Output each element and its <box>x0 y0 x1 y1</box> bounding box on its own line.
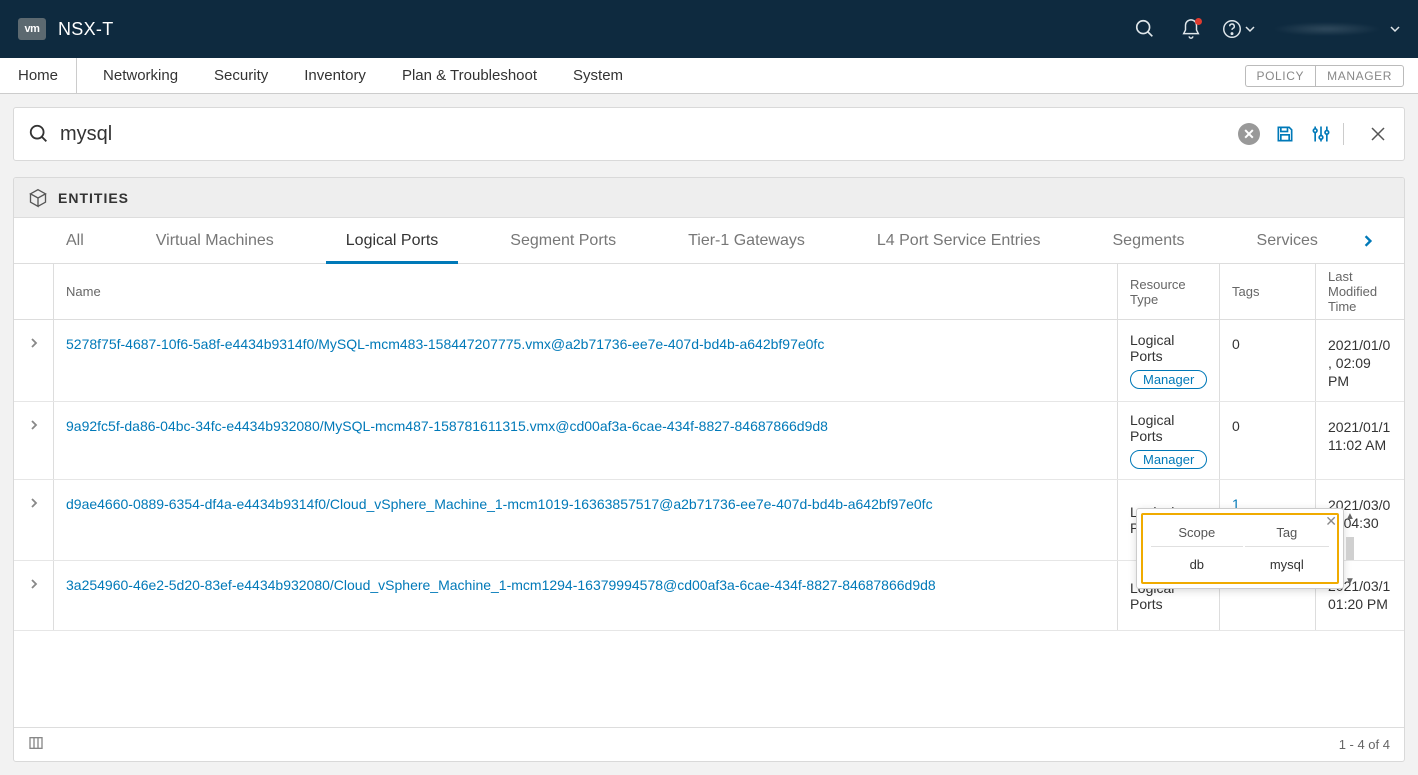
nav-inventory[interactable]: Inventory <box>286 58 384 93</box>
col-resource-type: Resource Type <box>1118 264 1220 319</box>
nav-system[interactable]: System <box>555 58 641 93</box>
nav-networking[interactable]: Networking <box>85 58 196 93</box>
mode-manager-button[interactable]: MANAGER <box>1315 65 1404 87</box>
cube-icon <box>28 188 48 208</box>
clear-search-icon[interactable]: ✕ <box>1237 122 1261 146</box>
row-name-cell: 9a92fc5f-da86-04bc-34fc-e4434b932080/MyS… <box>54 402 1118 479</box>
table-row: 5278f75f-4687-10f6-5a8f-e4434b9314f0/MyS… <box>14 320 1404 402</box>
panel-title: ENTITIES <box>58 190 129 206</box>
results-grid: Name Resource Type Tags Last Modified Ti… <box>14 264 1404 727</box>
column-picker-icon[interactable] <box>28 735 44 754</box>
mode-toggle: POLICY MANAGER <box>1245 58 1405 93</box>
manager-badge: Manager <box>1130 450 1207 469</box>
filter-tab-all[interactable]: All <box>30 218 120 263</box>
save-search-icon[interactable] <box>1273 122 1297 146</box>
tag-popover: ✕ Scope Tag db mysql ▲▼ <box>1136 508 1344 589</box>
expand-row-icon[interactable] <box>14 320 54 401</box>
row-tags-cell: 0 <box>1220 320 1316 401</box>
nav-plan-troubleshoot[interactable]: Plan & Troubleshoot <box>384 58 555 93</box>
row-name-link[interactable]: 9a92fc5f-da86-04bc-34fc-e4434b932080/MyS… <box>66 418 828 434</box>
row-time-cell: 2021/01/0 , 02:09 PM <box>1316 320 1404 401</box>
nav-security[interactable]: Security <box>196 58 286 93</box>
brand-logo: vm <box>18 18 46 40</box>
expand-row-icon[interactable] <box>14 480 54 561</box>
close-search-icon[interactable] <box>1366 122 1390 146</box>
user-name-redacted <box>1272 22 1382 36</box>
tag-popover-content: Scope Tag db mysql <box>1141 513 1339 584</box>
results-panel: ENTITIES AllVirtual MachinesLogical Port… <box>13 177 1405 762</box>
table-row: 9a92fc5f-da86-04bc-34fc-e4434b932080/MyS… <box>14 402 1404 480</box>
row-name-cell: 5278f75f-4687-10f6-5a8f-e4434b9314f0/MyS… <box>54 320 1118 401</box>
col-tags: Tags <box>1220 264 1316 319</box>
filter-tab-logical-ports[interactable]: Logical Ports <box>310 218 475 263</box>
row-time-cell: 2021/01/1 11:02 AM <box>1316 402 1404 479</box>
row-type-cell: Logical Ports Manager <box>1118 320 1220 401</box>
row-name-link[interactable]: 3a254960-46e2-5d20-83ef-e4434b932080/Clo… <box>66 577 936 593</box>
panel-header: ENTITIES <box>14 178 1404 218</box>
row-name-link[interactable]: d9ae4660-0889-6354-df4a-e4434b9314f0/Clo… <box>66 496 933 512</box>
resource-type-label: Logical Ports <box>1130 412 1207 444</box>
mode-policy-button[interactable]: POLICY <box>1245 65 1316 87</box>
row-name-cell: 3a254960-46e2-5d20-83ef-e4434b932080/Clo… <box>54 561 1118 630</box>
search-input[interactable] <box>60 123 1225 146</box>
resource-type-label: Logical Ports <box>1130 332 1207 364</box>
filter-tab-segments[interactable]: Segments <box>1077 218 1221 263</box>
pagination-range: 1 - 4 of 4 <box>1339 737 1390 752</box>
tags-count: 0 <box>1232 336 1240 352</box>
col-expand <box>14 264 54 319</box>
brand-name: NSX-T <box>58 19 114 40</box>
main-nav: Home Networking Security Inventory Plan … <box>0 58 1418 94</box>
row-name-link[interactable]: 5278f75f-4687-10f6-5a8f-e4434b9314f0/MyS… <box>66 336 824 352</box>
help-menu[interactable] <box>1221 18 1255 40</box>
filter-tabs: AllVirtual MachinesLogical PortsSegment … <box>14 218 1404 264</box>
search-icon <box>28 123 50 145</box>
filter-tab-services[interactable]: Services <box>1221 218 1354 263</box>
tags-count: 0 <box>1232 418 1240 434</box>
tag-popover-col-tag: Tag <box>1245 525 1329 547</box>
search-bar: ✕ <box>13 107 1405 161</box>
tag-popover-tag-value: mysql <box>1245 549 1329 572</box>
user-menu[interactable] <box>1272 22 1400 36</box>
grid-footer: 1 - 4 of 4 <box>14 727 1404 761</box>
filter-tab-segment-ports[interactable]: Segment Ports <box>474 218 652 263</box>
col-name: Name <box>54 264 1118 319</box>
tag-popover-col-scope: Scope <box>1151 525 1243 547</box>
divider <box>1343 123 1344 145</box>
expand-row-icon[interactable] <box>14 561 54 630</box>
row-type-cell: Logical Ports Manager <box>1118 402 1220 479</box>
filter-tab-virtual-machines[interactable]: Virtual Machines <box>120 218 310 263</box>
row-name-cell: d9ae4660-0889-6354-df4a-e4434b9314f0/Clo… <box>54 480 1118 561</box>
manager-badge: Manager <box>1130 370 1207 389</box>
grid-header: Name Resource Type Tags Last Modified Ti… <box>14 264 1404 320</box>
close-icon[interactable]: ✕ <box>1325 513 1337 530</box>
col-last-modified: Last Modified Time <box>1316 264 1404 319</box>
expand-row-icon[interactable] <box>14 402 54 479</box>
notifications-icon[interactable] <box>1175 13 1207 45</box>
row-tags-cell: 0 <box>1220 402 1316 479</box>
filter-tab-tier-1-gateways[interactable]: Tier-1 Gateways <box>652 218 841 263</box>
nav-home[interactable]: Home <box>0 58 77 93</box>
popover-scrollbar[interactable]: ▲▼ <box>1343 509 1357 588</box>
work-area: ✕ ENTITIES AllVirtual MachinesLogical Po… <box>0 94 1418 775</box>
notification-badge <box>1195 18 1202 25</box>
filter-settings-icon[interactable] <box>1309 122 1333 146</box>
search-icon[interactable] <box>1129 13 1161 45</box>
app-topbar: vm NSX-T <box>0 0 1418 58</box>
tag-popover-scope-value: db <box>1151 549 1243 572</box>
tabs-scroll-right-icon[interactable] <box>1354 218 1382 263</box>
filter-tab-l4-port-service-entries[interactable]: L4 Port Service Entries <box>841 218 1077 263</box>
